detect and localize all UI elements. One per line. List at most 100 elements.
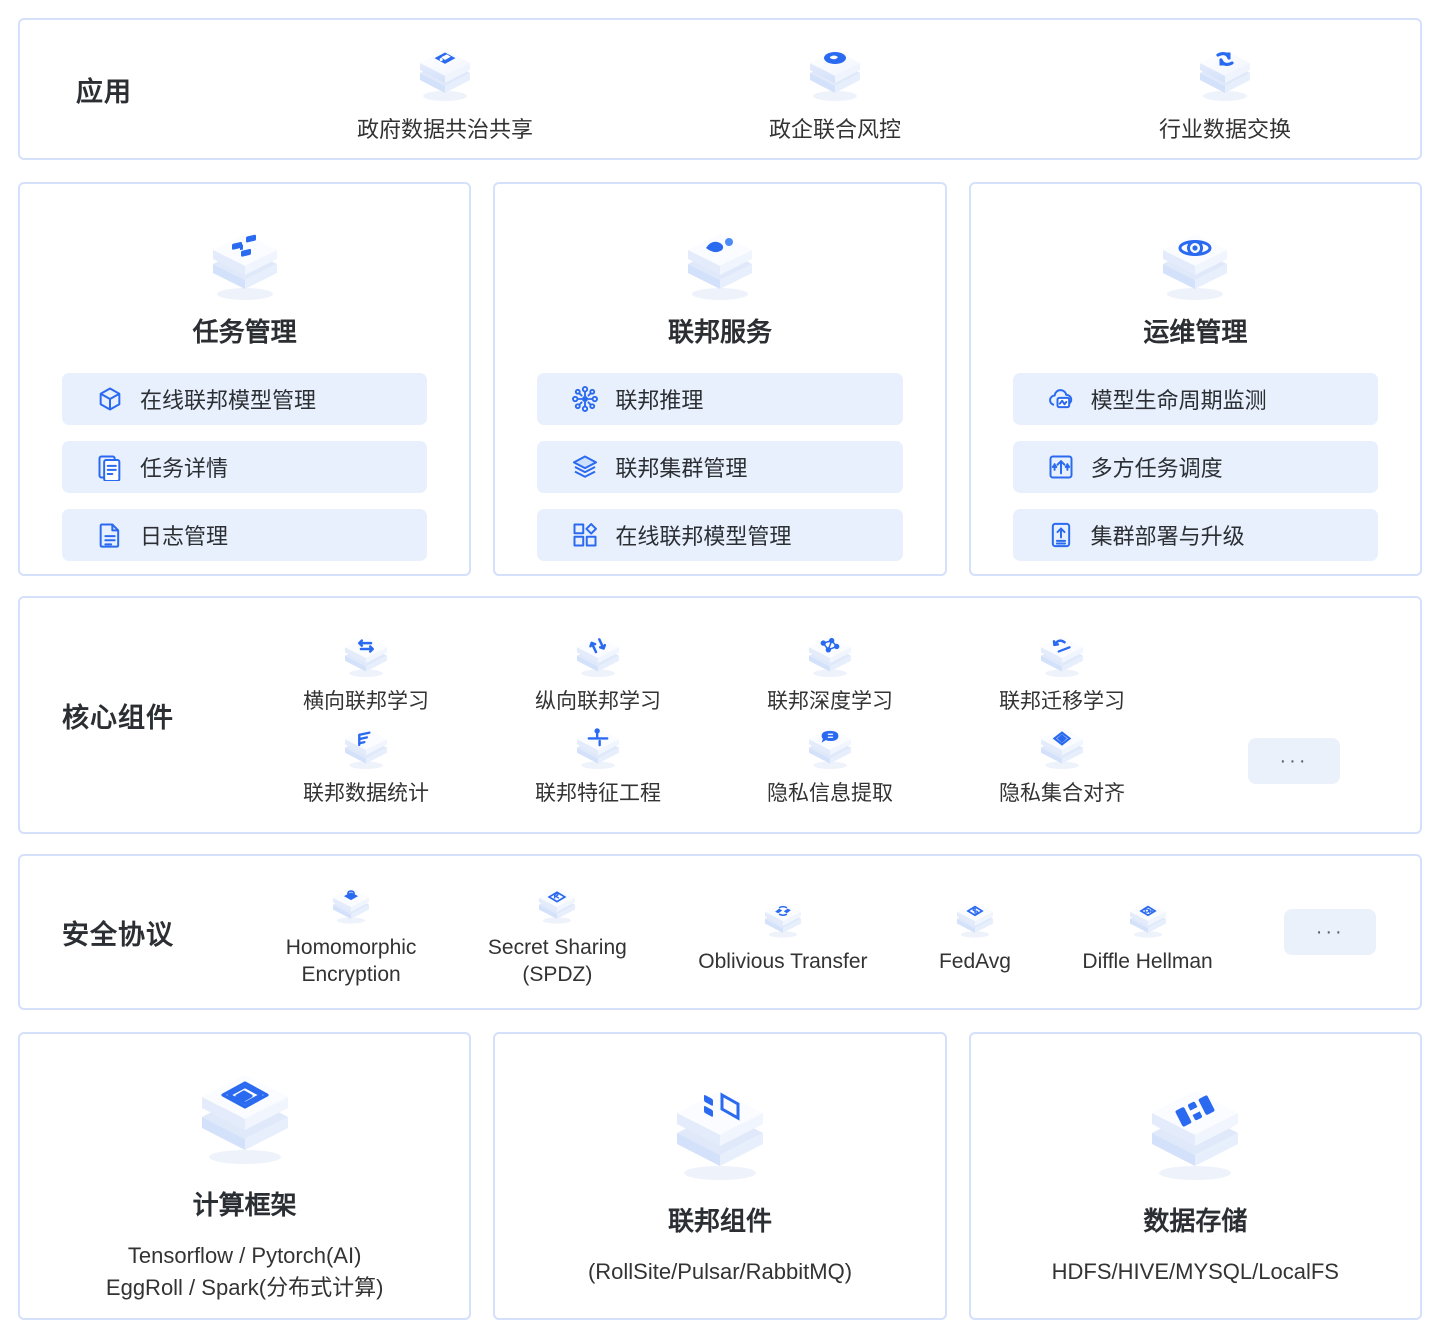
infra-card-federated-component[interactable]: 联邦组件 (RollSite/Pulsar/RabbitMQ): [493, 1032, 947, 1320]
vertical-fl-icon: [567, 623, 629, 685]
core-component-caption: 联邦特征工程: [535, 782, 661, 805]
security-protocol-caption: Oblivious Transfer: [698, 949, 868, 973]
core-component-caption: 隐私集合对齐: [999, 782, 1125, 805]
pill-label: 联邦集群管理: [615, 456, 748, 481]
architecture-diagram: 应用 政府数据共治共享 政企联合风控 行业数据交换 任务管理 在线联邦模型管理 …: [0, 0, 1440, 1340]
statistics-icon: [335, 715, 397, 777]
secret-share-icon: [528, 875, 586, 933]
core-components-label-wrap: 核心组件: [20, 696, 250, 735]
documents-icon: [96, 453, 124, 481]
application-item[interactable]: 政企联合风控: [640, 34, 1030, 144]
core-components-label: 核心组件: [62, 702, 174, 733]
security-protocol-item[interactable]: Secret Sharing (SPDZ): [488, 875, 627, 989]
card-title: 任务管理: [192, 317, 297, 347]
pill-item[interactable]: 联邦推理: [537, 373, 903, 425]
core-component-caption: 联邦深度学习: [767, 690, 893, 713]
core-components-section: 核心组件 横向联邦学习 纵向联邦学习 联邦深度学习 联邦迁移学习 联邦数据统计 …: [18, 596, 1422, 834]
upload-box-icon: [1047, 521, 1075, 549]
pill-list: 联邦推理 联邦集群管理 在线联邦模型管理: [537, 373, 903, 561]
deep-learning-icon: [799, 623, 861, 685]
platform-cards-row: 任务管理 在线联邦模型管理 任务详情 日志管理 联邦服务 联邦推理 联邦集群管理…: [18, 182, 1422, 576]
pill-item[interactable]: 集群部署与升级: [1012, 509, 1378, 561]
core-component-item[interactable]: 联邦深度学习: [714, 623, 946, 715]
security-protocol-caption: Secret Sharing (SPDZ): [487, 936, 627, 986]
core-component-caption: 横向联邦学习: [303, 690, 429, 713]
security-protocols-items: Homomorphic Encryption Secret Sharing (S…: [250, 875, 1420, 989]
security-protocol-caption: FedAvg: [938, 949, 1011, 973]
layers-icon: [571, 453, 599, 481]
platform-card-federated-service[interactable]: 联邦服务 联邦推理 联邦集群管理 在线联邦模型管理: [493, 182, 947, 576]
transfer-learning-icon: [1031, 623, 1093, 685]
network-node-icon: [571, 385, 599, 413]
core-component-item[interactable]: 隐私集合对齐: [946, 715, 1178, 807]
pill-item[interactable]: 在线联邦模型管理: [62, 373, 428, 425]
infra-card-data-storage[interactable]: 数据存储 HDFS/HIVE/MYSQL/LocalFS: [968, 1032, 1422, 1320]
cube-icon: [96, 385, 124, 413]
app-exchange-icon: [1188, 34, 1262, 108]
federated-component-icon: [655, 1065, 785, 1195]
security-protocol-item[interactable]: FedAvg: [939, 889, 1011, 976]
security-protocols-section: 安全协议 Homomorphic Encryption Secret Shari…: [18, 854, 1422, 1010]
pill-label: 在线联邦模型管理: [615, 524, 792, 549]
application-caption: 政企联合风控: [768, 117, 901, 142]
core-component-caption: 纵向联邦学习: [535, 690, 661, 713]
security-protocols-more-chip[interactable]: ···: [1284, 909, 1377, 955]
security-protocol-item[interactable]: Oblivious Transfer: [698, 889, 868, 976]
pill-label: 任务详情: [140, 456, 229, 481]
pill-label: 集群部署与升级: [1090, 524, 1245, 549]
arrows-updown-icon: [1047, 453, 1075, 481]
psi-icon: [1031, 715, 1093, 777]
core-component-item[interactable]: 联邦特征工程: [482, 715, 714, 807]
app-share-icon: [408, 34, 482, 108]
infra-card-title: 联邦组件: [667, 1205, 772, 1236]
applications-section: 应用 政府数据共治共享 政企联合风控 行业数据交换: [18, 18, 1422, 160]
pill-label: 多方任务调度: [1090, 456, 1223, 481]
application-item[interactable]: 政府数据共治共享: [250, 34, 640, 144]
fedavg-icon: [946, 889, 1004, 947]
pill-item[interactable]: 联邦集群管理: [537, 441, 903, 493]
pill-item[interactable]: 任务详情: [62, 441, 428, 493]
core-components-more-chip[interactable]: ···: [1248, 738, 1340, 784]
pill-item[interactable]: 多方任务调度: [1012, 441, 1378, 493]
applications-label: 应用: [76, 76, 132, 107]
file-lines-icon: [96, 521, 124, 549]
pill-label: 日志管理: [140, 524, 229, 549]
application-caption: 政府数据共治共享: [356, 117, 533, 142]
core-component-item[interactable]: 横向联邦学习: [250, 623, 482, 715]
core-component-item[interactable]: 联邦数据统计: [250, 715, 482, 807]
applications-label-wrap: 应用: [20, 70, 250, 109]
application-item[interactable]: 行业数据交换: [1030, 34, 1420, 144]
lock-icon: [322, 875, 380, 933]
security-protocol-item[interactable]: Homomorphic Encryption: [286, 875, 416, 989]
pill-item[interactable]: 在线联邦模型管理: [537, 509, 903, 561]
platform-card-task-management[interactable]: 任务管理 在线联邦模型管理 任务详情 日志管理: [18, 182, 472, 576]
security-protocol-item[interactable]: Diffle Hellman: [1082, 889, 1213, 976]
privacy-extract-icon: [799, 715, 861, 777]
task-management-icon: [197, 214, 293, 310]
data-storage-icon: [1130, 1065, 1260, 1195]
feature-engineering-icon: [567, 715, 629, 777]
core-components-grid: 横向联邦学习 纵向联邦学习 联邦深度学习 联邦迁移学习 联邦数据统计 联邦特征工…: [250, 623, 1420, 807]
security-protocols-label-wrap: 安全协议: [20, 913, 250, 952]
infra-card-subtitle: HDFS/HIVE/MYSQL/LocalFS: [1051, 1258, 1339, 1284]
infrastructure-row: 计算框架 Tensorflow / Pytorch(AI) EggRoll / …: [18, 1032, 1422, 1320]
core-component-item[interactable]: 纵向联邦学习: [482, 623, 714, 715]
infra-card-title: 数据存储: [1143, 1205, 1248, 1236]
infra-card-compute-framework[interactable]: 计算框架 Tensorflow / Pytorch(AI) EggRoll / …: [18, 1032, 472, 1320]
core-component-item[interactable]: 隐私信息提取: [714, 715, 946, 807]
transfer-icon: [754, 889, 812, 947]
pill-item[interactable]: 日志管理: [62, 509, 428, 561]
core-component-item[interactable]: 联邦迁移学习: [946, 623, 1178, 715]
pill-list: 在线联邦模型管理 任务详情 日志管理: [62, 373, 428, 561]
pill-label: 在线联邦模型管理: [140, 388, 317, 413]
diffie-hellman-icon: [1119, 889, 1177, 947]
card-title: 运维管理: [1143, 317, 1248, 347]
compute-framework-icon: [180, 1049, 310, 1179]
pill-item[interactable]: 模型生命周期监测: [1012, 373, 1378, 425]
pill-label: 模型生命周期监测: [1090, 388, 1267, 413]
infra-card-title: 计算框架: [192, 1189, 297, 1220]
core-component-caption: 联邦数据统计: [303, 782, 429, 805]
federated-service-icon: [672, 214, 768, 310]
platform-card-ops-management[interactable]: 运维管理 模型生命周期监测 多方任务调度 集群部署与升级: [968, 182, 1422, 576]
applications-items: 政府数据共治共享 政企联合风控 行业数据交换: [250, 34, 1420, 144]
